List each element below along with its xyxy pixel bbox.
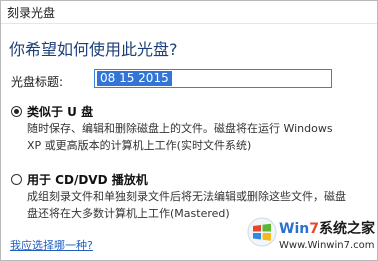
windows-logo-icon (247, 217, 277, 247)
disc-title-label: 光盘标题: (11, 75, 64, 89)
title-bar: 刻录光盘 (1, 1, 377, 24)
description-line: 随时保存、编辑和删除磁盘上的文件。磁盘将在运行 Windows (27, 122, 333, 135)
which-one-help-link[interactable]: 我应选择哪一种? (10, 237, 93, 253)
burn-disc-dialog: 刻录光盘 你希望如何使用此光盘? 光盘标题: 08 15 2015 类似于 U … (0, 0, 378, 261)
watermark-brand: Win7系统之家 (279, 218, 375, 238)
watermark-brand-prefix: Win (279, 221, 310, 237)
watermark-brand-suffix: 系统之家 (318, 221, 375, 237)
cd-dvd-player-radio[interactable] (11, 174, 22, 185)
watermark-brand-number: 7 (309, 221, 319, 237)
description-line: 成组刻录文件和单独刻录文件后将无法编辑或删除这些文件，磁盘 (27, 190, 346, 203)
window-title: 刻录光盘 (7, 6, 56, 20)
usb-flash-drive-description: 随时保存、编辑和删除磁盘上的文件。磁盘将在运行 Windows XP 或更高版本… (27, 120, 333, 154)
radio-selected-dot (14, 109, 19, 114)
disc-title-input[interactable]: 08 15 2015 (94, 69, 332, 88)
disc-title-value: 08 15 2015 (97, 71, 172, 86)
site-watermark: Win7系统之家 Www.Winwin7.com (247, 215, 377, 259)
usb-flash-drive-option-label[interactable]: 类似于 U 盘 (27, 103, 93, 120)
page-heading: 你希望如何使用此光盘? (9, 40, 178, 59)
description-line: XP 或更高版本的计算机上工作(实时文件系统) (27, 139, 252, 152)
usb-flash-drive-radio[interactable] (11, 106, 22, 117)
watermark-url: Www.Winwin7.com (279, 240, 375, 251)
cd-dvd-player-option-label[interactable]: 用于 CD/DVD 播放机 (27, 171, 148, 188)
